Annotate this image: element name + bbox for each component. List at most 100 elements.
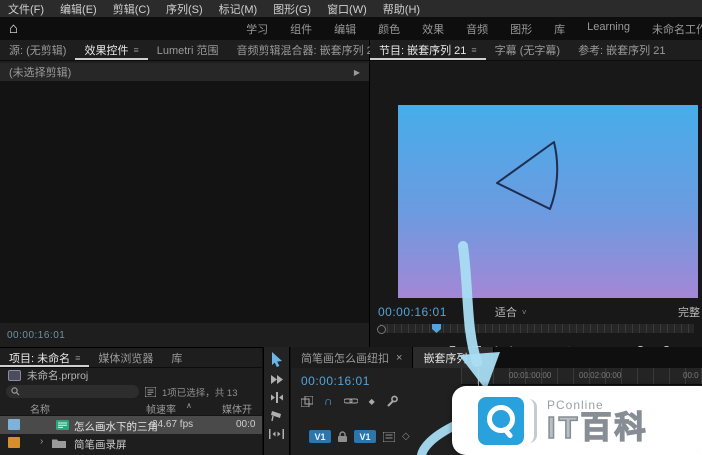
project-item-sequence[interactable]: 怎么画水下的三角 24.67 fps 00:0 bbox=[0, 416, 262, 434]
column-frame-rate[interactable]: 帧速率 bbox=[146, 401, 176, 416]
slip-tool[interactable] bbox=[269, 429, 284, 439]
program-monitor-panel: 节目: 嵌套序列 21 ≡ 字幕 (无字幕) 参考: 嵌套序列 21 00:00… bbox=[370, 40, 702, 358]
home-icon[interactable]: ⌂ bbox=[9, 21, 18, 36]
timeline-ruler[interactable]: 00:01:00:00 00:02:00:00 00:0 bbox=[461, 368, 702, 385]
workspace-tab-effects[interactable]: 效果 bbox=[411, 21, 455, 37]
menu-item-window[interactable]: 窗口(W) bbox=[319, 1, 375, 17]
menu-item-file[interactable]: 文件(F) bbox=[0, 1, 52, 17]
add-marker-icon[interactable]: ◆ bbox=[369, 397, 375, 406]
item-media-start: 00:0 bbox=[236, 419, 256, 430]
program-timecode[interactable]: 00:00:16:01 bbox=[378, 305, 447, 319]
timeline-toolbar: ∩ ◆ bbox=[301, 394, 398, 408]
ripple-edit-tool[interactable] bbox=[270, 392, 284, 403]
watermark-title: IT百科 bbox=[546, 409, 649, 445]
tab-effect-controls[interactable]: 效果控件 ≡ bbox=[75, 40, 147, 60]
tab-reference-monitor[interactable]: 参考: 嵌套序列 21 bbox=[569, 40, 674, 60]
source-panel-tabbar: 源: (无剪辑) 效果控件 ≡ Lumetri 范围 音频剪辑混合器: 嵌套序列… bbox=[0, 40, 394, 61]
menu-item-graphics[interactable]: 图形(G) bbox=[265, 1, 319, 17]
workspace-tab-learn[interactable]: 学习 bbox=[235, 21, 279, 37]
timeline-tabbar: 简笔画怎么画纽扣 × 嵌套序列 21 bbox=[291, 347, 702, 368]
workspace-tab-audio[interactable]: 音频 bbox=[455, 21, 499, 37]
tab-lumetri-scopes[interactable]: Lumetri 范围 bbox=[148, 40, 228, 60]
project-panel: 项目: 未命名 ≡ 媒体浏览器 库 未命名.prproj 1项已选择，共 13 … bbox=[0, 347, 262, 455]
filter-bin-icon[interactable] bbox=[145, 386, 156, 397]
label-color-chip[interactable] bbox=[8, 437, 20, 448]
project-item-bin[interactable]: › 简笔画录屏 bbox=[0, 434, 262, 452]
project-search-row: 1项已选择，共 13 bbox=[0, 383, 262, 400]
column-media-start[interactable]: 媒体开 bbox=[222, 401, 252, 416]
timeline-timecode[interactable]: 00:00:16:01 bbox=[301, 374, 370, 388]
workspace-tab-editing[interactable]: 编辑 bbox=[323, 21, 367, 37]
timeline-header: 00:00:16:01 ∩ ◆ V1 V1 ◇ bbox=[291, 368, 461, 455]
tab-project[interactable]: 项目: 未命名 ≡ bbox=[0, 348, 89, 367]
timeline-tab-inactive[interactable]: 简笔画怎么画纽扣 × bbox=[291, 347, 414, 368]
project-file-icon bbox=[8, 370, 21, 381]
playback-resolution-dropdown[interactable]: 完整 bbox=[678, 304, 700, 320]
tab-source-monitor[interactable]: 源: (无剪辑) bbox=[0, 40, 75, 60]
menu-item-sequence[interactable]: 序列(S) bbox=[158, 1, 211, 17]
close-tab-icon[interactable]: × bbox=[396, 352, 402, 364]
tab-captions[interactable]: 字幕 (无字幕) bbox=[486, 40, 569, 60]
tab-libraries[interactable]: 库 bbox=[162, 348, 191, 367]
watermark-magnifier-book-icon bbox=[478, 396, 524, 445]
menu-item-help[interactable]: 帮助(H) bbox=[375, 1, 428, 17]
workspace-tab-unnamed[interactable]: 未命名工作 bbox=[641, 21, 702, 37]
nest-sequence-icon[interactable] bbox=[301, 395, 313, 407]
sort-arrow-icon[interactable]: ∧ bbox=[186, 401, 192, 410]
effect-controls-empty-area bbox=[0, 81, 369, 323]
timeline-tab-inactive-label: 简笔画怎么画纽扣 bbox=[301, 352, 389, 365]
menu-item-markers[interactable]: 标记(M) bbox=[211, 1, 266, 17]
tab-media-browser[interactable]: 媒体浏览器 bbox=[89, 348, 162, 367]
track-lock-icon[interactable] bbox=[338, 431, 347, 442]
monitor-controls-row: 00:00:16:01 适合 ˅ 完整 bbox=[370, 304, 702, 320]
track-v1-target-button[interactable]: V1 bbox=[354, 430, 376, 443]
expand-arrow-icon[interactable]: ▶ bbox=[354, 68, 360, 77]
workspace-bar: ⌂ 学习 组件 编辑 颜色 效果 音频 图形 库 Learning 未命名工作 bbox=[0, 17, 702, 40]
workspace-tab-learning[interactable]: Learning bbox=[576, 21, 641, 37]
tab-program-label: 节目: 嵌套序列 21 bbox=[379, 45, 467, 57]
panel-menu-icon[interactable]: ≡ bbox=[471, 45, 476, 55]
track-keyframe-icon[interactable]: ◇ bbox=[402, 431, 410, 442]
item-frame-rate: 24.67 fps bbox=[152, 419, 194, 430]
workspace-tab-libraries[interactable]: 库 bbox=[543, 21, 576, 37]
tab-effect-controls-label: 效果控件 bbox=[84, 45, 129, 57]
search-input[interactable] bbox=[6, 385, 139, 398]
item-name: 简笔画录屏 bbox=[74, 439, 127, 451]
razor-tool[interactable] bbox=[270, 410, 283, 422]
tab-project-label: 项目: 未命名 bbox=[9, 352, 71, 365]
linked-selection-icon[interactable] bbox=[343, 396, 358, 406]
project-file-row[interactable]: 未命名.prproj bbox=[0, 368, 262, 383]
panel-menu-icon[interactable]: ≡ bbox=[75, 353, 80, 363]
menu-item-clip[interactable]: 剪辑(C) bbox=[105, 1, 158, 17]
track-select-forward-tool[interactable] bbox=[270, 374, 284, 385]
track-display-settings-icon[interactable] bbox=[383, 431, 395, 442]
workspace-tab-color[interactable]: 颜色 bbox=[367, 21, 411, 37]
playhead-marker[interactable] bbox=[432, 324, 441, 333]
label-color-chip[interactable] bbox=[8, 419, 20, 430]
panel-menu-icon[interactable]: ≡ bbox=[133, 45, 138, 55]
column-name[interactable]: 名称 bbox=[30, 401, 50, 416]
selection-status: 1项已选择，共 13 bbox=[162, 387, 238, 399]
search-icon bbox=[11, 387, 20, 396]
workspace-tab-graphics[interactable]: 图形 bbox=[499, 21, 543, 37]
video-frame bbox=[398, 105, 698, 298]
column-headers: 名称 帧速率 ∧ 媒体开 bbox=[0, 400, 262, 416]
tab-audio-clip-mixer[interactable]: 音频剪辑混合器: 嵌套序列 21 bbox=[227, 40, 387, 60]
bin-expander-icon[interactable]: › bbox=[40, 436, 43, 447]
timeline-settings-wrench-icon[interactable] bbox=[386, 395, 398, 407]
project-panel-tabbar: 项目: 未命名 ≡ 媒体浏览器 库 bbox=[0, 348, 262, 368]
triangle-drawing bbox=[496, 141, 559, 210]
timeline-tab-active[interactable]: 嵌套序列 21 bbox=[413, 347, 494, 368]
track-v1-source-button[interactable]: V1 bbox=[309, 430, 331, 443]
ruler-label: 00:01:00:00 bbox=[509, 371, 552, 380]
bin-folder-icon bbox=[52, 439, 66, 448]
menu-item-edit[interactable]: 编辑(E) bbox=[52, 1, 105, 17]
zoom-level-dropdown[interactable]: 适合 ˅ bbox=[495, 304, 527, 320]
selection-tool[interactable] bbox=[270, 352, 283, 367]
program-scrubber[interactable] bbox=[377, 324, 694, 334]
snap-magnet-icon[interactable]: ∩ bbox=[324, 395, 333, 407]
scrollbar-knob[interactable] bbox=[377, 325, 386, 334]
tab-program-monitor[interactable]: 节目: 嵌套序列 21 ≡ bbox=[370, 40, 486, 60]
premiere-pro-window: 文件(F) 编辑(E) 剪辑(C) 序列(S) 标记(M) 图形(G) 窗口(W… bbox=[0, 0, 702, 455]
workspace-tab-assembly[interactable]: 组件 bbox=[279, 21, 323, 37]
